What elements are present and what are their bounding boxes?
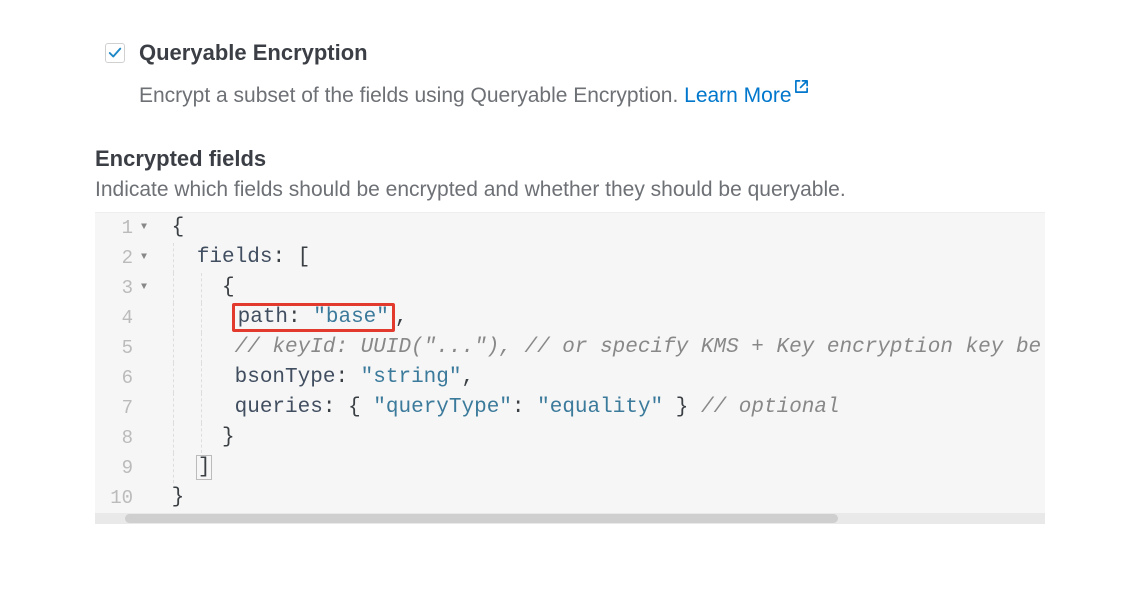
line-number: 2▼ — [95, 243, 153, 273]
line-number: 10 — [95, 483, 153, 513]
scrollbar-thumb[interactable] — [125, 514, 838, 523]
code-line: 7 queries: { "queryType": "equality" } /… — [95, 393, 1045, 423]
code-line: 6 bsonType: "string", — [95, 363, 1045, 393]
code-line: 5 // keyId: UUID("..."), // or specify K… — [95, 333, 1045, 363]
code-content[interactable]: { — [153, 273, 1045, 303]
line-number: 7 — [95, 393, 153, 423]
line-number: 4 — [95, 303, 153, 333]
line-number: 5 — [95, 333, 153, 363]
line-number: 3▼ — [95, 273, 153, 303]
code-content[interactable]: ] — [153, 453, 1045, 483]
code-line: 9 ] — [95, 453, 1045, 483]
external-link-icon — [794, 76, 809, 100]
code-line: 10 } — [95, 483, 1045, 513]
code-line: 3▼ { — [95, 273, 1045, 303]
line-number: 8 — [95, 423, 153, 453]
option-title: Queryable Encryption — [139, 40, 368, 66]
code-content[interactable]: } — [153, 423, 1045, 453]
code-editor[interactable]: 1▼ { 2▼ fields: [ 3▼ { 4 path: "base", 5… — [95, 212, 1045, 524]
encrypted-fields-description: Indicate which fields should be encrypte… — [95, 178, 1045, 202]
code-content[interactable]: } — [153, 483, 1045, 513]
code-content[interactable]: fields: [ — [153, 243, 1045, 273]
code-content[interactable]: path: "base", — [153, 303, 1045, 333]
code-line: 1▼ { — [95, 213, 1045, 243]
learn-more-text: Learn More — [684, 84, 791, 107]
fold-icon[interactable]: ▼ — [137, 213, 147, 243]
horizontal-scrollbar[interactable] — [95, 513, 1045, 524]
line-number: 6 — [95, 363, 153, 393]
option-description-text: Encrypt a subset of the fields using Que… — [139, 84, 684, 107]
learn-more-link[interactable]: Learn More — [684, 84, 808, 107]
code-content[interactable]: queries: { "queryType": "equality" } // … — [153, 393, 1045, 423]
code-content[interactable]: bsonType: "string", — [153, 363, 1045, 393]
code-content[interactable]: // keyId: UUID("..."), // or specify KMS… — [153, 333, 1045, 363]
encrypted-fields-title: Encrypted fields — [95, 146, 1045, 172]
checkbox-queryable-encryption[interactable] — [105, 43, 125, 63]
highlighted-code: path: "base" — [232, 303, 395, 332]
option-description: Encrypt a subset of the fields using Que… — [139, 76, 1045, 108]
code-content[interactable]: { — [153, 213, 1045, 243]
fold-icon[interactable]: ▼ — [137, 243, 147, 273]
line-number: 9 — [95, 453, 153, 483]
line-number: 1▼ — [95, 213, 153, 243]
code-line: 8 } — [95, 423, 1045, 453]
check-icon — [108, 46, 122, 60]
option-header: Queryable Encryption — [105, 40, 1045, 66]
code-line: 2▼ fields: [ — [95, 243, 1045, 273]
fold-icon[interactable]: ▼ — [137, 273, 147, 303]
code-line: 4 path: "base", — [95, 303, 1045, 333]
